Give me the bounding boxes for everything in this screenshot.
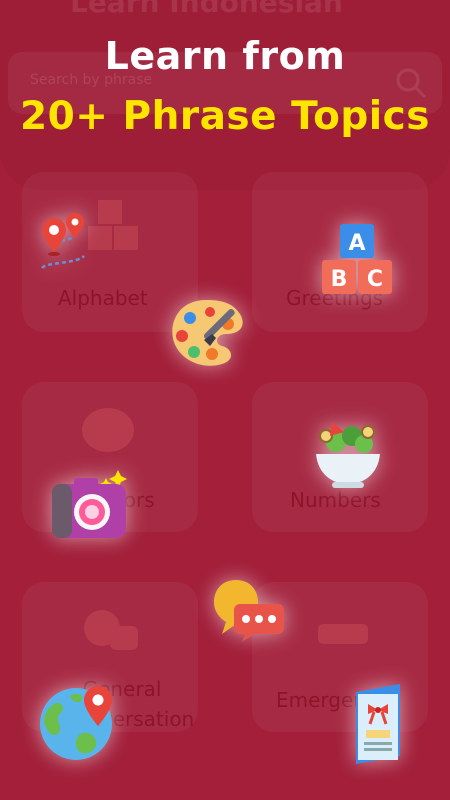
globe-pin-icon [40,686,112,760]
promo-subheadline: 20+ Phrase Topics [19,94,430,139]
svg-text:B: B [331,267,348,292]
greeting-card-icon [356,684,400,764]
map-route-icon [40,213,85,269]
svg-text:A: A [348,231,365,256]
promo-headline: Learn from [104,34,346,78]
ambulance-icon [318,624,368,644]
svg-text:C: C [367,267,383,292]
app-title: Learn Indonesian [70,0,343,19]
camera-icon [52,470,127,538]
abc-blocks-icon: A B C [322,224,392,294]
paint-palette-icon [82,408,134,452]
topic-label: Alphabet [58,286,148,310]
salad-bowl-icon [316,422,380,488]
topic-label: Numbers [290,488,381,512]
paint-palette-icon [172,300,243,366]
chat-bubbles-icon [84,610,138,650]
chat-bubbles-icon [214,580,284,642]
